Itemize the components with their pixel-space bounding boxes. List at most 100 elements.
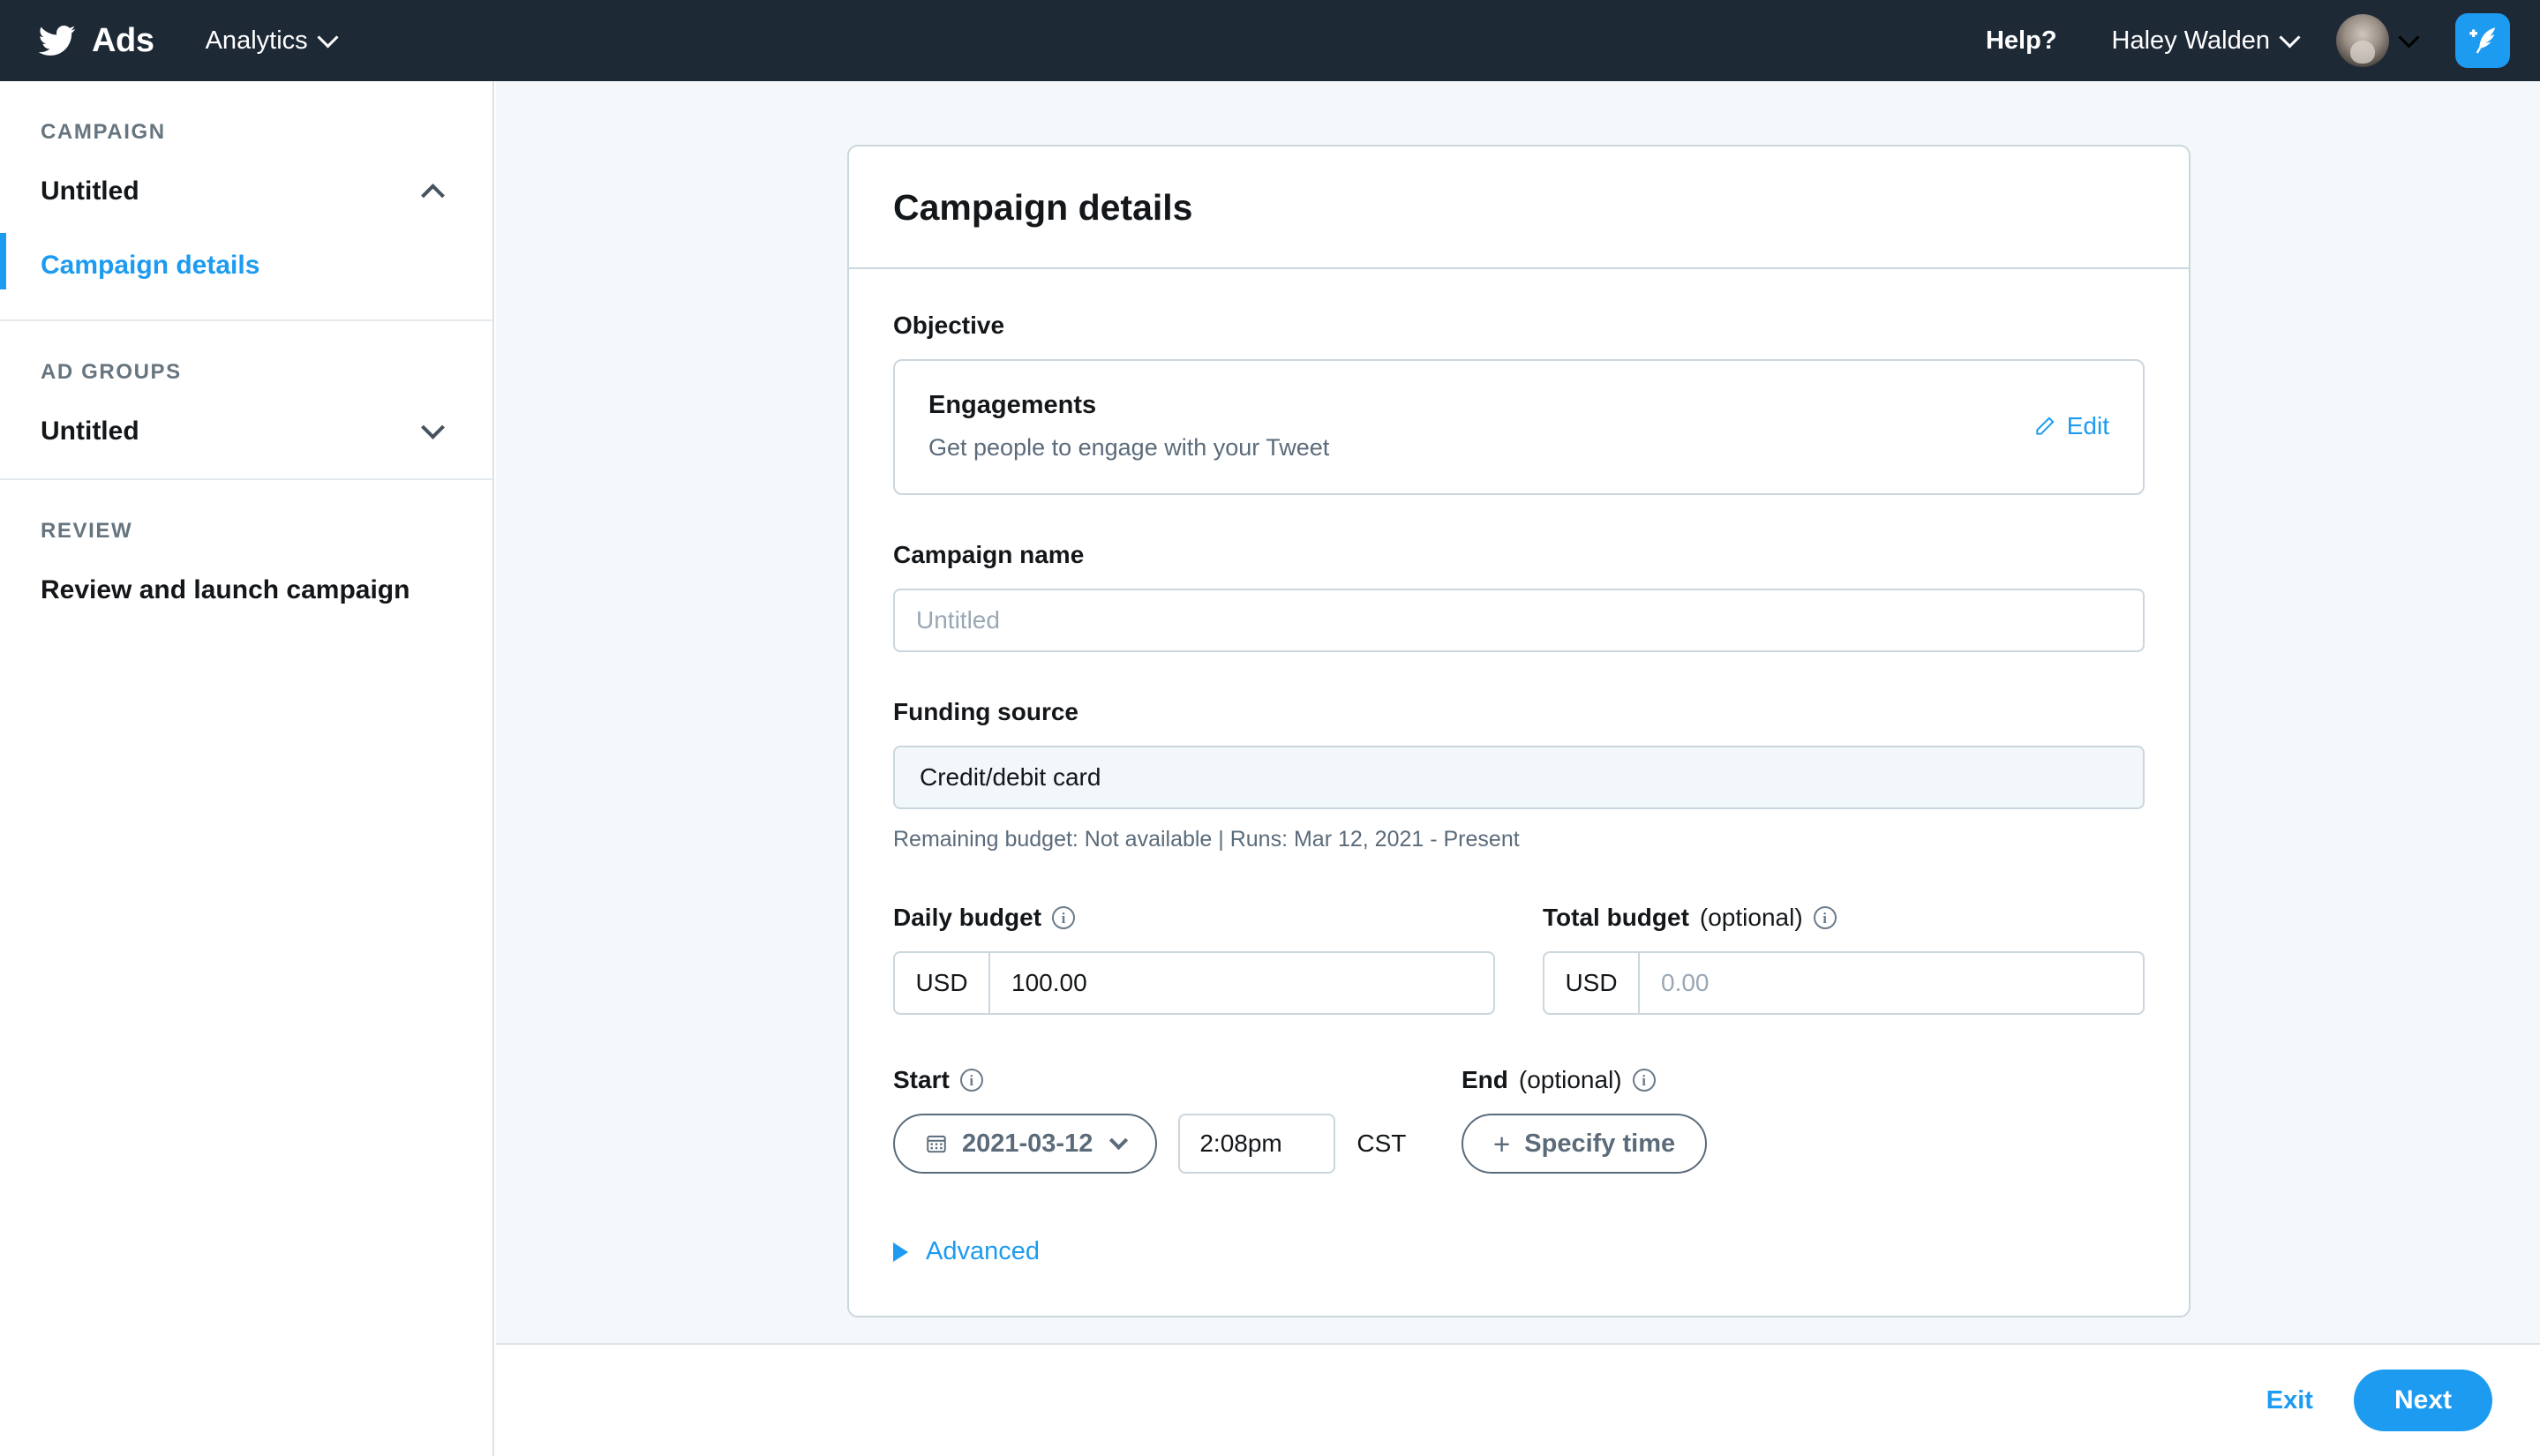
info-icon[interactable]: i [1814, 906, 1837, 929]
analytics-menu[interactable]: Analytics [206, 26, 335, 56]
total-budget-label: Total budget (optional) i [1543, 904, 2145, 932]
campaign-name-label-text: Campaign name [893, 541, 1084, 569]
total-budget-label-text: Total budget [1543, 904, 1689, 932]
funding-source-value: Credit/debit card [920, 763, 1101, 792]
user-menu[interactable]: Haley Walden [2112, 26, 2297, 56]
total-budget-currency: USD [1544, 953, 1640, 1013]
chevron-down-icon [2398, 26, 2419, 48]
daily-budget-label: Daily budget i [893, 904, 1495, 932]
info-icon[interactable]: i [960, 1069, 983, 1092]
daily-budget-input-wrap: USD [893, 951, 1495, 1015]
analytics-menu-label: Analytics [206, 26, 308, 56]
campaign-name-label: Campaign name [893, 541, 2145, 569]
chevron-down-icon [2279, 26, 2300, 48]
objective-box: Engagements Get people to engage with yo… [893, 359, 2145, 495]
sidebar-section-review: REVIEW Review and launch campaign [0, 480, 492, 646]
twitter-bird-icon[interactable] [34, 21, 79, 60]
total-budget-optional-text: (optional) [1700, 904, 1803, 932]
start-date-value: 2021-03-12 [962, 1130, 1093, 1159]
exit-button[interactable]: Exit [2266, 1386, 2313, 1415]
daily-budget-input[interactable] [990, 953, 1493, 1013]
total-budget-input[interactable] [1640, 953, 2143, 1013]
campaign-name-input[interactable] [893, 589, 2145, 652]
advanced-label: Advanced [926, 1237, 1040, 1266]
help-link[interactable]: Help? [1986, 26, 2057, 56]
specify-end-time-button[interactable]: + Specify time [1462, 1114, 1707, 1174]
funding-source-helper-text: Remaining budget: Not available | Runs: … [893, 827, 2145, 852]
start-group: Start i [893, 1066, 1462, 1174]
info-icon[interactable]: i [1633, 1069, 1656, 1092]
campaign-sidebar: CAMPAIGN Untitled Campaign details AD GR… [0, 81, 494, 1456]
page-title: Campaign details [893, 187, 2145, 229]
budget-row: Daily budget i USD Total budget (optiona… [893, 904, 2145, 1015]
chevron-down-icon [317, 26, 338, 48]
compose-tweet-button[interactable] [2455, 13, 2510, 68]
end-optional-text: (optional) [1519, 1066, 1622, 1094]
start-label-text: Start [893, 1066, 950, 1094]
sidebar-caption-review: REVIEW [0, 480, 492, 544]
compose-tweet-icon [2465, 23, 2500, 58]
pencil-icon [2033, 415, 2056, 438]
start-date-picker-button[interactable]: 2021-03-12 [893, 1114, 1157, 1174]
chevron-down-icon [421, 416, 445, 439]
daily-budget-label-text: Daily budget [893, 904, 1041, 932]
daily-budget-group: Daily budget i USD [893, 904, 1495, 1015]
sidebar-item-label: Campaign details [41, 251, 259, 280]
objective-description: Get people to engage with your Tweet [928, 434, 1329, 462]
campaign-details-card: Campaign details Objective Engagements G… [847, 145, 2191, 1317]
spacer [893, 495, 2145, 541]
funding-source-select[interactable]: Credit/debit card [893, 746, 2145, 809]
start-controls: 2021-03-12 CST [893, 1114, 1462, 1174]
start-time-input[interactable] [1178, 1114, 1335, 1174]
funding-source-label-text: Funding source [893, 698, 1078, 726]
plus-icon: + [1493, 1130, 1510, 1159]
calendar-icon [925, 1132, 948, 1155]
main-content-area: Campaign details Objective Engagements G… [496, 81, 2540, 1343]
sidebar-caption-ad-groups: AD GROUPS [0, 321, 492, 385]
funding-source-label: Funding source [893, 698, 2145, 726]
card-body: Objective Engagements Get people to enga… [849, 269, 2189, 1316]
specify-end-time-label: Specify time [1524, 1130, 1675, 1159]
sidebar-section-ad-groups: AD GROUPS Untitled [0, 321, 492, 480]
card-header: Campaign details [849, 146, 2189, 269]
chevron-up-icon [421, 184, 445, 207]
sidebar-item-label: Untitled [41, 176, 139, 206]
sidebar-section-campaign: CAMPAIGN Untitled Campaign details [0, 81, 492, 321]
objective-label-text: Objective [893, 311, 1004, 340]
ads-brand-label: Ads [92, 22, 154, 60]
daily-budget-currency: USD [895, 953, 990, 1013]
objective-info: Engagements Get people to engage with yo… [928, 391, 1329, 462]
info-icon[interactable]: i [1052, 906, 1075, 929]
active-indicator [0, 233, 6, 289]
advanced-disclosure[interactable]: Advanced [893, 1237, 2145, 1266]
sidebar-item-label: Review and launch campaign [41, 575, 410, 604]
triangle-right-icon [893, 1242, 908, 1262]
sidebar-item-campaign-untitled[interactable]: Untitled [0, 145, 492, 238]
end-group: End (optional) i + Specify time [1462, 1066, 2079, 1174]
sidebar-item-review-launch[interactable]: Review and launch campaign [0, 544, 492, 646]
sidebar-caption-campaign: CAMPAIGN [0, 81, 492, 145]
chevron-down-icon [1109, 1130, 1128, 1149]
sidebar-item-campaign-details[interactable]: Campaign details [0, 238, 492, 319]
next-button[interactable]: Next [2354, 1370, 2492, 1431]
total-budget-group: Total budget (optional) i USD [1543, 904, 2145, 1015]
schedule-row: Start i [893, 1066, 2145, 1174]
total-budget-input-wrap: USD [1543, 951, 2145, 1015]
avatar-menu[interactable] [2336, 14, 2416, 67]
sidebar-item-adgroup-untitled[interactable]: Untitled [0, 385, 492, 478]
end-label: End (optional) i [1462, 1066, 2079, 1094]
objective-name: Engagements [928, 391, 1329, 420]
start-label: Start i [893, 1066, 1462, 1094]
user-menu-label: Haley Walden [2112, 26, 2270, 56]
objective-edit-label: Edit [2067, 412, 2109, 440]
timezone-label: CST [1356, 1130, 1406, 1158]
end-label-text: End [1462, 1066, 1508, 1094]
sidebar-item-label: Untitled [41, 417, 139, 447]
top-navigation-bar: Ads Analytics Help? Haley Walden [0, 0, 2540, 81]
spacer [893, 652, 2145, 698]
objective-edit-button[interactable]: Edit [2033, 412, 2109, 440]
end-controls: + Specify time [1462, 1114, 2079, 1174]
avatar [2336, 14, 2389, 67]
wizard-footer: Exit Next [496, 1343, 2540, 1456]
objective-label: Objective [893, 311, 2145, 340]
